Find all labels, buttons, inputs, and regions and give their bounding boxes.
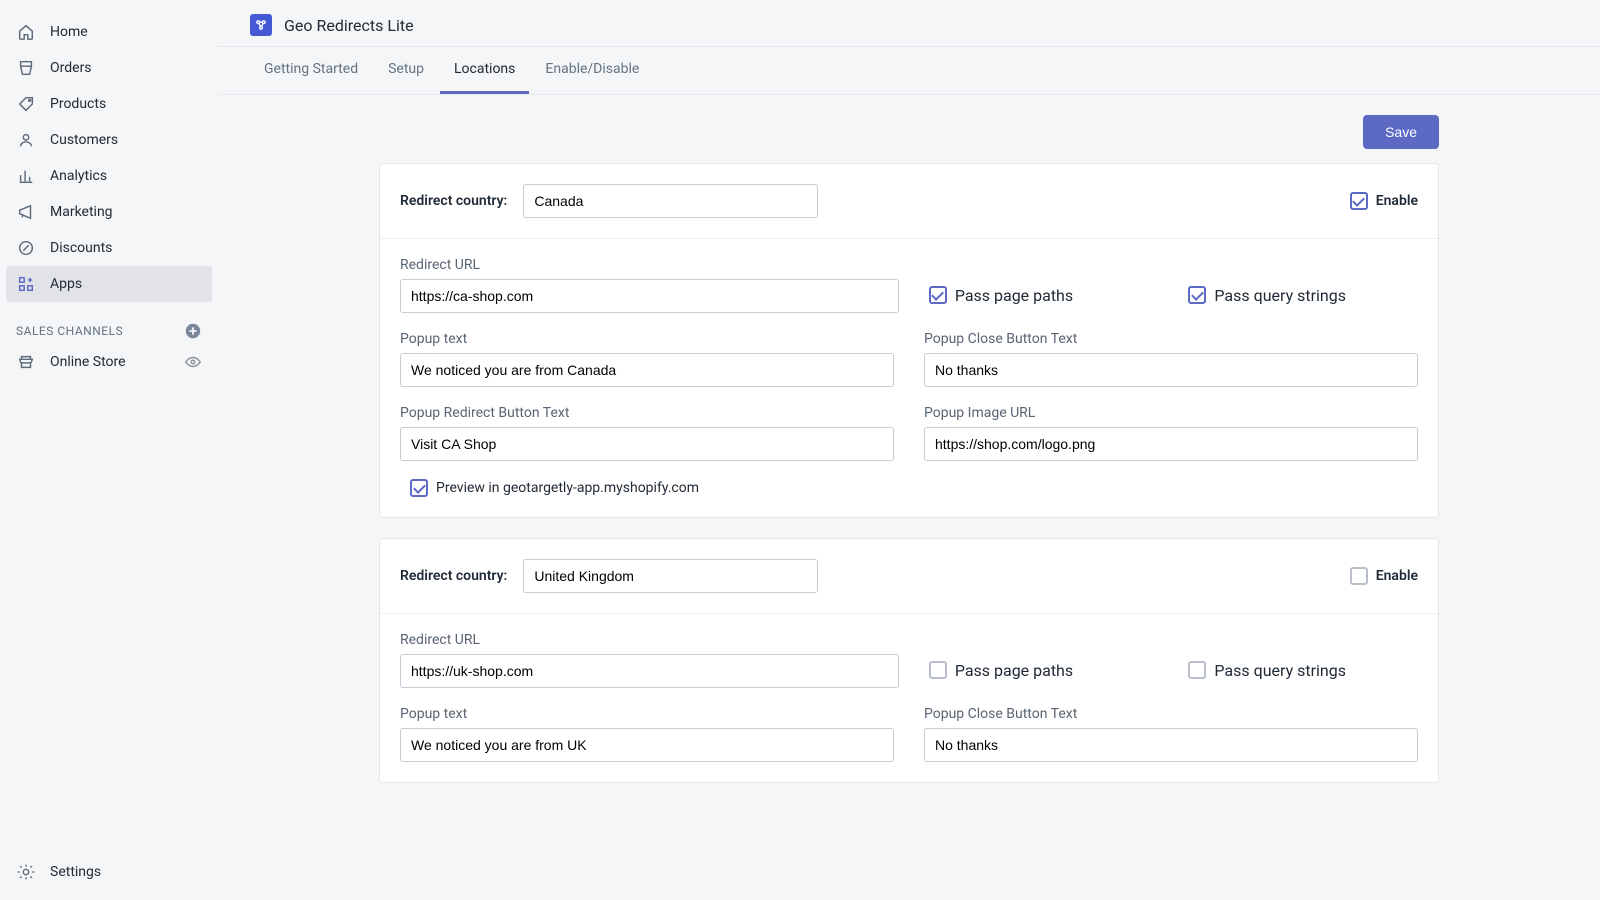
sidebar: Home Orders Products Customers Analytics… xyxy=(0,0,218,900)
enable-label: Enable xyxy=(1376,568,1418,584)
sidebar-item-products[interactable]: Products xyxy=(0,86,218,122)
sidebar-item-settings[interactable]: Settings xyxy=(0,854,218,900)
customers-icon xyxy=(16,130,36,150)
nav-label: Analytics xyxy=(50,168,107,184)
section-label: SALES CHANNELS xyxy=(16,324,123,338)
popup-text-input[interactable] xyxy=(400,353,894,387)
sidebar-item-analytics[interactable]: Analytics xyxy=(0,158,218,194)
enable-label: Enable xyxy=(1376,193,1418,209)
popup-close-label: Popup Close Button Text xyxy=(924,331,1418,347)
redirect-country-label: Redirect country: xyxy=(400,193,507,209)
gear-icon xyxy=(16,862,36,882)
nav-list: Home Orders Products Customers Analytics… xyxy=(0,14,218,302)
tab-enable-disable[interactable]: Enable/Disable xyxy=(531,47,653,94)
nav-label: Products xyxy=(50,96,106,112)
sidebar-item-online-store[interactable]: Online Store xyxy=(0,344,218,380)
nav-label: Apps xyxy=(50,276,82,292)
save-button[interactable]: Save xyxy=(1363,115,1439,149)
store-icon xyxy=(16,352,36,372)
nav-label: Discounts xyxy=(50,240,112,256)
home-icon xyxy=(16,22,36,42)
nav-label: Customers xyxy=(50,132,118,148)
pass-paths-checkbox[interactable] xyxy=(929,286,947,304)
analytics-icon xyxy=(16,166,36,186)
content: Save Redirect country: Canada Enable Red… xyxy=(218,95,1600,900)
popup-text-label: Popup text xyxy=(400,331,894,347)
preview-label: Preview in geotargetly-app.myshopify.com xyxy=(436,480,699,496)
popup-close-label: Popup Close Button Text xyxy=(924,706,1418,722)
sidebar-item-customers[interactable]: Customers xyxy=(0,122,218,158)
marketing-icon xyxy=(16,202,36,222)
popup-text-label: Popup text xyxy=(400,706,894,722)
nav-label: Settings xyxy=(50,864,101,880)
popup-redirect-label: Popup Redirect Button Text xyxy=(400,405,894,421)
redirect-card-uk: Redirect country: United Kingdom Enable … xyxy=(379,538,1439,783)
sidebar-item-home[interactable]: Home xyxy=(0,14,218,50)
app-title: Geo Redirects Lite xyxy=(284,16,414,35)
main-panel: Geo Redirects Lite Getting Started Setup… xyxy=(218,0,1600,900)
sidebar-item-marketing[interactable]: Marketing xyxy=(0,194,218,230)
redirect-url-label: Redirect URL xyxy=(400,257,899,273)
eye-icon[interactable] xyxy=(184,353,202,371)
nav-label: Online Store xyxy=(50,354,126,370)
nav-label: Marketing xyxy=(50,204,113,220)
tab-getting-started[interactable]: Getting Started xyxy=(250,47,372,94)
sales-channels-header: SALES CHANNELS xyxy=(0,316,218,344)
redirect-url-input[interactable] xyxy=(400,654,899,688)
pass-paths-checkbox[interactable] xyxy=(929,661,947,679)
redirect-url-label: Redirect URL xyxy=(400,632,899,648)
app-logo-icon xyxy=(250,14,272,36)
popup-image-label: Popup Image URL xyxy=(924,405,1418,421)
pass-query-label: Pass query strings xyxy=(1214,286,1346,305)
popup-image-input[interactable] xyxy=(924,427,1418,461)
tab-setup[interactable]: Setup xyxy=(374,47,438,94)
pass-query-label: Pass query strings xyxy=(1214,661,1346,680)
sidebar-item-orders[interactable]: Orders xyxy=(0,50,218,86)
country-select[interactable]: Canada xyxy=(523,184,818,218)
orders-icon xyxy=(16,58,36,78)
preview-checkbox[interactable] xyxy=(410,479,428,497)
pass-paths-label: Pass page paths xyxy=(955,286,1073,305)
popup-redirect-input[interactable] xyxy=(400,427,894,461)
nav-label: Orders xyxy=(50,60,92,76)
discounts-icon xyxy=(16,238,36,258)
add-channel-icon[interactable] xyxy=(184,322,202,340)
popup-close-input[interactable] xyxy=(924,353,1418,387)
apps-icon xyxy=(16,274,36,294)
enable-checkbox[interactable] xyxy=(1350,192,1368,210)
enable-checkbox[interactable] xyxy=(1350,567,1368,585)
pass-paths-label: Pass page paths xyxy=(955,661,1073,680)
redirect-country-label: Redirect country: xyxy=(400,568,507,584)
app-header: Geo Redirects Lite xyxy=(218,0,1600,47)
pass-query-checkbox[interactable] xyxy=(1188,661,1206,679)
nav-label: Home xyxy=(50,24,88,40)
sidebar-item-apps[interactable]: Apps xyxy=(6,266,212,302)
country-select[interactable]: United Kingdom xyxy=(523,559,818,593)
popup-close-input[interactable] xyxy=(924,728,1418,762)
products-icon xyxy=(16,94,36,114)
popup-text-input[interactable] xyxy=(400,728,894,762)
redirect-card-canada: Redirect country: Canada Enable Redirect… xyxy=(379,163,1439,518)
pass-query-checkbox[interactable] xyxy=(1188,286,1206,304)
tabs: Getting Started Setup Locations Enable/D… xyxy=(218,47,1600,95)
redirect-url-input[interactable] xyxy=(400,279,899,313)
sidebar-item-discounts[interactable]: Discounts xyxy=(0,230,218,266)
tab-locations[interactable]: Locations xyxy=(440,47,529,94)
